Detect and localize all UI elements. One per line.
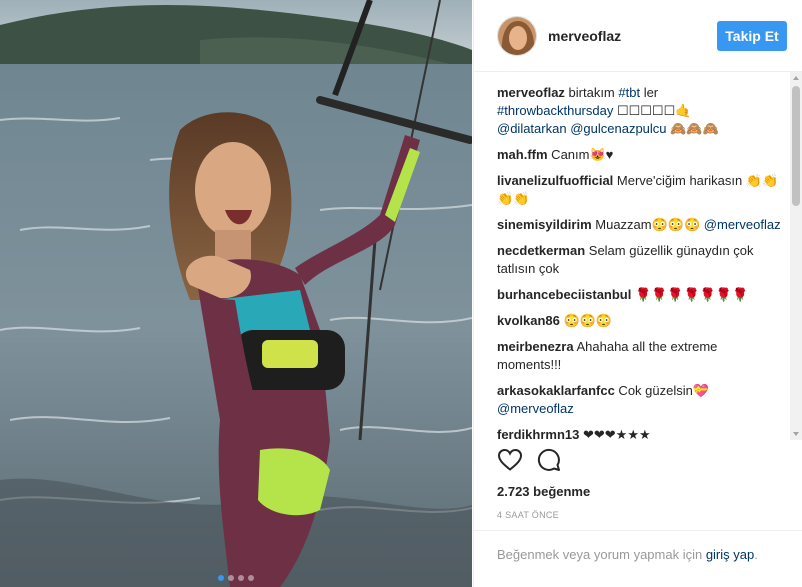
- list-item: meirbenezra Ahahaha all the extreme mome…: [497, 338, 781, 374]
- comment-username[interactable]: merveoflaz: [497, 85, 565, 100]
- likes-count[interactable]: 2.723 beğenme: [497, 484, 590, 499]
- mention-link[interactable]: @gulcenazpulcu: [570, 121, 666, 136]
- list-item: necdetkerman Selam güzellik günaydın çok…: [497, 242, 781, 278]
- list-item: ferdikhrmn13 ❤❤❤★★★: [497, 426, 781, 440]
- list-item: arkasokaklarfanfcc Cok güzelsin💝 @merveo…: [497, 382, 781, 418]
- comment-text: Muazzam😳😳😳: [591, 217, 704, 232]
- hashtag-link[interactable]: #tbt: [618, 85, 640, 100]
- comment-text: 😳😳😳: [559, 313, 613, 328]
- heart-icon[interactable]: [497, 448, 523, 472]
- list-item: sinemisyildirim Muazzam😳😳😳 @merveoflaz: [497, 216, 781, 234]
- list-item: burhancebeciistanbul 🌹🌹🌹🌹🌹🌹🌹: [497, 286, 781, 304]
- scrollbar-thumb[interactable]: [792, 86, 800, 206]
- caption-text: ler: [640, 85, 659, 100]
- comment-text: Cok güzelsin💝: [614, 383, 710, 398]
- avatar[interactable]: [497, 15, 537, 56]
- mention-link[interactable]: @merveoflaz: [704, 217, 781, 232]
- post-side-panel: merveoflaz Takip Et merveoflaz birtakım …: [473, 0, 802, 587]
- post-timestamp: 4 SAAT ÖNCE: [497, 510, 559, 520]
- photo-illustration: [0, 0, 472, 587]
- carousel-dot[interactable]: [248, 575, 254, 581]
- caption: merveoflaz birtakım #tbt ler #throwbackt…: [497, 84, 781, 138]
- login-prompt-end: .: [754, 547, 758, 562]
- login-prompt: Beğenmek veya yorum yapmak için giriş ya…: [474, 530, 802, 564]
- caption-text: birtakım: [564, 85, 619, 100]
- list-item: mah.ffm Canım😻♥: [497, 146, 781, 164]
- comment-username[interactable]: livanelizulfuofficial: [497, 173, 613, 188]
- comment-text: 🌹🌹🌹🌹🌹🌹🌹: [631, 287, 749, 302]
- comment-username[interactable]: ferdikhrmn13: [497, 427, 579, 440]
- mention-link[interactable]: @merveoflaz: [497, 401, 574, 416]
- follow-button[interactable]: Takip Et: [717, 20, 787, 51]
- comment-text: ❤❤❤★★★: [579, 427, 651, 440]
- scroll-up-arrow-icon[interactable]: [793, 76, 799, 80]
- hashtag-link[interactable]: #throwbackthursday: [497, 103, 613, 118]
- comment-icon[interactable]: [537, 448, 561, 472]
- comment-username[interactable]: arkasokaklarfanfcc: [497, 383, 615, 398]
- comment-text: Canım😻♥: [547, 147, 614, 162]
- comment-username[interactable]: burhancebeciistanbul: [497, 287, 631, 302]
- login-prompt-text: Beğenmek veya yorum yapmak için: [497, 547, 706, 562]
- carousel-dot[interactable]: [218, 575, 224, 581]
- caption-text: ☐☐☐☐☐🤙: [613, 103, 692, 118]
- mention-link[interactable]: @dilatarkan: [497, 121, 567, 136]
- carousel-dot[interactable]: [238, 575, 244, 581]
- comments-list[interactable]: merveoflaz birtakım #tbt ler #throwbackt…: [474, 72, 802, 440]
- comment-username[interactable]: kvolkan86: [497, 313, 560, 328]
- login-link[interactable]: giriş yap: [706, 547, 754, 562]
- carousel-dot[interactable]: [228, 575, 234, 581]
- carousel-indicator: [0, 575, 472, 581]
- comment-username[interactable]: meirbenezra: [497, 339, 574, 354]
- comment-username[interactable]: necdetkerman: [497, 243, 585, 258]
- post-photo[interactable]: [0, 0, 472, 587]
- list-item: livanelizulfuofficial Merve'ciğim harika…: [497, 172, 781, 208]
- comment-username[interactable]: mah.ffm: [497, 147, 548, 162]
- scroll-down-arrow-icon[interactable]: [793, 432, 799, 436]
- post-username[interactable]: merveoflaz: [548, 28, 717, 44]
- comment-username[interactable]: sinemisyildirim: [497, 217, 592, 232]
- post-actions: [497, 448, 561, 472]
- post-header: merveoflaz Takip Et: [474, 0, 802, 72]
- comments-scrollbar[interactable]: [790, 72, 802, 440]
- list-item: kvolkan86 😳😳😳: [497, 312, 781, 330]
- caption-text: 🙈🙈🙈: [666, 121, 719, 136]
